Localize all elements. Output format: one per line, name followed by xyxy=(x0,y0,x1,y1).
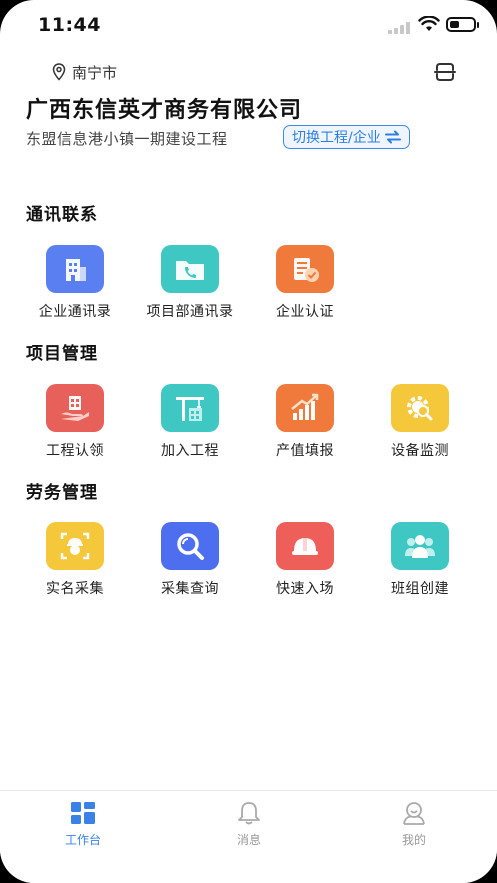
switch-project-label: 切换工程/企业 xyxy=(292,130,381,146)
helmet-icon xyxy=(276,522,334,570)
company-name: 广西东信英才商务有限公司 xyxy=(26,98,303,123)
tab-messages-label: 消息 xyxy=(236,833,261,847)
section-title-labor: 劳务管理 xyxy=(26,483,98,503)
output-report-label: 产值填报 xyxy=(276,443,334,459)
status-bar: 11:44 xyxy=(0,0,497,46)
battery-icon xyxy=(446,17,479,32)
enterprise-contacts-label: 企业通讯录 xyxy=(38,304,112,320)
project-claim-label: 工程认领 xyxy=(46,443,104,459)
tab-bar: 工作台 消息 我的 xyxy=(0,790,497,883)
grid-icon xyxy=(71,802,95,824)
project-contacts-label: 项目部通讯录 xyxy=(146,304,234,320)
certificate-icon xyxy=(276,245,334,293)
bell-icon xyxy=(238,802,260,825)
tab-workbench[interactable]: 工作台 xyxy=(33,801,133,848)
location-selector[interactable]: 南宁市 xyxy=(52,62,117,82)
project-name: 东盟信息港小镇一期建设工程 xyxy=(26,130,228,148)
collect-query-button[interactable]: 采集查询 xyxy=(135,522,245,598)
tab-profile[interactable]: 我的 xyxy=(364,801,464,848)
join-project-label: 加入工程 xyxy=(161,443,219,459)
output-report-button[interactable]: 产值填报 xyxy=(250,384,360,460)
equipment-monitor-button[interactable]: 设备监测 xyxy=(365,384,475,460)
swap-arrows-icon xyxy=(384,130,401,144)
enterprise-certification-label: 企业认证 xyxy=(276,304,334,320)
collect-query-label: 采集查询 xyxy=(161,581,219,597)
labor-grid: 实名采集 采集查询 快速入场 班组创建 xyxy=(0,522,497,612)
join-project-button[interactable]: 加入工程 xyxy=(135,384,245,460)
phone-folder-icon xyxy=(161,245,219,293)
section-title-contacts: 通讯联系 xyxy=(26,205,98,225)
project-claim-button[interactable]: 工程认领 xyxy=(20,384,130,460)
wifi-icon xyxy=(418,16,440,31)
team-icon xyxy=(391,522,449,570)
magnifier-icon xyxy=(161,522,219,570)
realname-collect-label: 实名采集 xyxy=(46,581,104,597)
building-contacts-icon xyxy=(46,245,104,293)
equipment-monitor-label: 设备监测 xyxy=(391,443,449,459)
location-text: 南宁市 xyxy=(72,63,118,82)
scan-icon[interactable] xyxy=(434,62,456,82)
tab-workbench-label: 工作台 xyxy=(64,833,101,847)
team-create-label: 班组创建 xyxy=(391,581,449,597)
tab-messages[interactable]: 消息 xyxy=(199,801,299,848)
quick-entry-label: 快速入场 xyxy=(276,581,334,597)
switch-project-button[interactable]: 切换工程/企业 xyxy=(283,125,410,149)
face-scan-icon xyxy=(46,522,104,570)
status-time: 11:44 xyxy=(38,14,101,36)
quick-entry-button[interactable]: 快速入场 xyxy=(250,522,360,598)
growth-chart-icon xyxy=(276,384,334,432)
gear-search-icon xyxy=(391,384,449,432)
crane-icon xyxy=(161,384,219,432)
tab-profile-label: 我的 xyxy=(401,833,426,847)
signal-icon xyxy=(388,22,410,34)
location-pin-icon xyxy=(52,63,66,81)
hand-building-icon xyxy=(46,384,104,432)
realname-collect-button[interactable]: 实名采集 xyxy=(20,522,130,598)
section-title-project: 项目管理 xyxy=(26,344,98,364)
team-create-button[interactable]: 班组创建 xyxy=(365,522,475,598)
project-contacts-button[interactable]: 项目部通讯录 xyxy=(135,245,245,321)
project-grid: 工程认领 加入工程 产值填报 设备监测 xyxy=(0,384,497,474)
contacts-grid: 企业通讯录 项目部通讯录 企业认证 xyxy=(0,245,497,335)
profile-icon xyxy=(403,802,425,825)
enterprise-certification-button[interactable]: 企业认证 xyxy=(250,245,360,321)
phone-screen: 11:44 南宁市 广西东信英才商务有限公司 东盟信息港小镇一期建设工程 切换工… xyxy=(0,0,497,883)
enterprise-contacts-button[interactable]: 企业通讯录 xyxy=(20,245,130,321)
